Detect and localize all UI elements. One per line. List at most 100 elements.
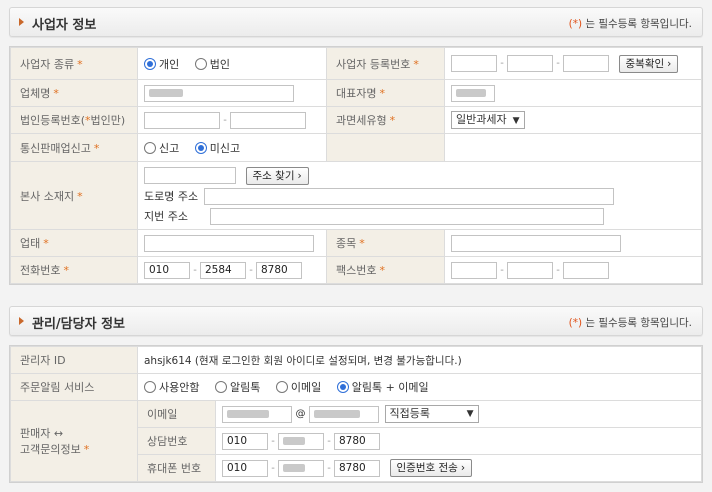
biz-reg-no-cell: -- 중복확인 › (444, 47, 702, 80)
dup-check-button[interactable]: 중복확인 › (618, 54, 679, 73)
consult-number-label: 상담번호 (137, 427, 216, 455)
find-address-button[interactable]: 주소 찾기 › (245, 166, 309, 185)
section-title: 사업자 정보 (32, 18, 97, 33)
manager-info-header: 관리/담당자 정보 (*) 는 필수등록 항목입니다. (9, 306, 703, 336)
telesales-cell: 신고 미신고 (137, 133, 327, 162)
company-name-cell (137, 79, 327, 107)
telesales-radio-unreported[interactable]: 미신고 (194, 140, 240, 156)
phone-input-2[interactable]: 2584 (200, 261, 246, 279)
email-id-input[interactable] (222, 405, 292, 423)
fax-cell: -- (444, 256, 702, 284)
required-note: (*) 는 필수등록 항목입니다. (568, 317, 692, 329)
corp-reg-no-input-1[interactable] (144, 111, 220, 129)
radio-selected-icon (144, 57, 156, 70)
tax-type-select[interactable]: 일반과세자 ▼ (451, 111, 525, 129)
phone-input-3[interactable]: 8780 (256, 261, 302, 279)
phone-label: 전화번호 * (10, 256, 138, 284)
hq-address-cell: 주소 찾기 › 도로명 주소 지번 주소 (137, 161, 702, 230)
corp-reg-no-cell: - (137, 106, 327, 134)
chevron-down-icon: ▼ (466, 409, 474, 419)
radio-icon (214, 381, 227, 393)
biz-info-form: 사업자 종류 * 개인 법인 사업자 등록번호 * -- 중복확인 › 업체명 * 대표… (9, 46, 703, 285)
biz-type-radio-individual[interactable]: 개인 (144, 56, 179, 72)
radio-icon (144, 381, 156, 393)
empty-label-cell (326, 133, 445, 162)
mobile-input-1[interactable]: 010 (222, 459, 268, 477)
required-note: (*) 는 필수등록 항목입니다. (568, 18, 692, 30)
admin-id-label: 관리자 ID (10, 346, 138, 374)
order-alert-radio-none[interactable]: 사용안함 (144, 379, 199, 395)
biz-reg-no-input-1[interactable] (451, 55, 497, 72)
business-type-cell (137, 229, 327, 257)
manager-info-form: 관리자 ID ahsjk614 (현재 로그인한 회원 아이디로 설정되며, 변… (9, 345, 703, 483)
admin-id-value: ahsjk614 (현재 로그인한 회원 아이디로 설정되며, 변경 불가능합니… (137, 346, 702, 374)
chevron-right-icon: › (667, 57, 672, 70)
company-name-label: 업체명 * (10, 79, 138, 107)
telesales-radio-reported[interactable]: 신고 (144, 140, 179, 156)
mobile-input-3[interactable]: 8780 (334, 459, 380, 477)
biz-type-radio-corporate[interactable]: 법인 (194, 56, 230, 72)
tax-type-cell: 일반과세자 ▼ (444, 106, 702, 134)
consult-number-cell: 010- -8780 (215, 427, 702, 455)
business-category-cell (444, 229, 702, 257)
order-alert-cell: 사용안함 알림톡 이메일 알림톡 + 이메일 (137, 373, 702, 401)
biz-reg-no-input-3[interactable] (563, 55, 609, 72)
biz-type-cell: 개인 법인 (137, 47, 327, 80)
biz-reg-no-input-2[interactable] (507, 55, 553, 72)
consult-input-1[interactable]: 010 (222, 432, 268, 450)
fax-input-3[interactable] (563, 261, 609, 279)
rep-name-label: 대표자명 * (326, 79, 445, 107)
chevron-right-icon: › (460, 462, 466, 474)
postcode-input[interactable] (144, 167, 236, 184)
biz-reg-no-label: 사업자 등록번호 * (326, 47, 445, 80)
consult-input-2[interactable] (278, 432, 324, 450)
send-code-button[interactable]: 인증번호 전송 › (389, 459, 473, 477)
corp-reg-no-input-2[interactable] (230, 111, 306, 129)
lot-address-label: 지번 주소 (144, 210, 188, 223)
rep-name-cell (444, 79, 702, 107)
telesales-label: 통신판매업신고 * (10, 133, 138, 162)
email-cell: @ 직접등록 ▼ (215, 400, 702, 428)
radio-icon (194, 57, 207, 70)
corp-reg-no-label: 법인등록번호(*법인만) (10, 106, 138, 134)
seller-contact-label: 판매자 ↔ 고객문의정보 * (10, 400, 138, 482)
mobile-number-label: 휴대폰 번호 (137, 454, 216, 482)
mobile-number-cell: 010- -8780 인증번호 전송 › (215, 454, 702, 482)
empty-value-cell (444, 133, 702, 162)
chevron-right-icon: › (297, 169, 302, 182)
section-triangle-icon (19, 317, 24, 325)
radio-selected-icon (336, 381, 349, 393)
company-name-input[interactable] (144, 84, 294, 102)
road-address-label: 도로명 주소 (144, 190, 199, 203)
order-alert-radio-email[interactable]: 이메일 (275, 379, 321, 395)
phone-cell: 010-2584-8780 (137, 256, 327, 284)
email-domain-select[interactable]: 직접등록 ▼ (384, 405, 479, 423)
fax-label: 팩스번호 * (326, 256, 445, 284)
business-category-input[interactable] (451, 234, 621, 252)
road-address-input[interactable] (203, 187, 614, 205)
radio-icon (144, 141, 156, 154)
phone-input-1[interactable]: 010 (144, 261, 190, 279)
lot-address-input[interactable] (209, 207, 604, 225)
mobile-input-2[interactable] (278, 459, 324, 477)
order-alert-radio-talk[interactable]: 알림톡 (214, 379, 260, 395)
email-at: @ (295, 408, 306, 420)
radio-icon (275, 381, 288, 393)
fax-input-2[interactable] (507, 261, 553, 279)
fax-input-1[interactable] (451, 261, 497, 279)
radio-selected-icon (194, 141, 207, 154)
rep-name-input[interactable] (451, 84, 495, 102)
section-title: 관리/담당자 정보 (32, 317, 125, 332)
business-type-input[interactable] (144, 234, 314, 252)
order-alert-label: 주문알림 서비스 (10, 373, 138, 401)
consult-input-3[interactable]: 8780 (334, 432, 380, 450)
section-triangle-icon (19, 18, 24, 26)
business-category-label: 종목 * (326, 229, 445, 257)
biz-type-label: 사업자 종류 * (10, 47, 138, 80)
email-domain-input[interactable] (309, 405, 379, 423)
hq-address-label: 본사 소재지 * (10, 161, 138, 230)
email-label: 이메일 (137, 400, 216, 428)
chevron-down-icon: ▼ (512, 116, 520, 126)
biz-info-header: 사업자 정보 (*) 는 필수등록 항목입니다. (9, 7, 703, 37)
order-alert-radio-talk-email[interactable]: 알림톡 + 이메일 (336, 379, 429, 395)
